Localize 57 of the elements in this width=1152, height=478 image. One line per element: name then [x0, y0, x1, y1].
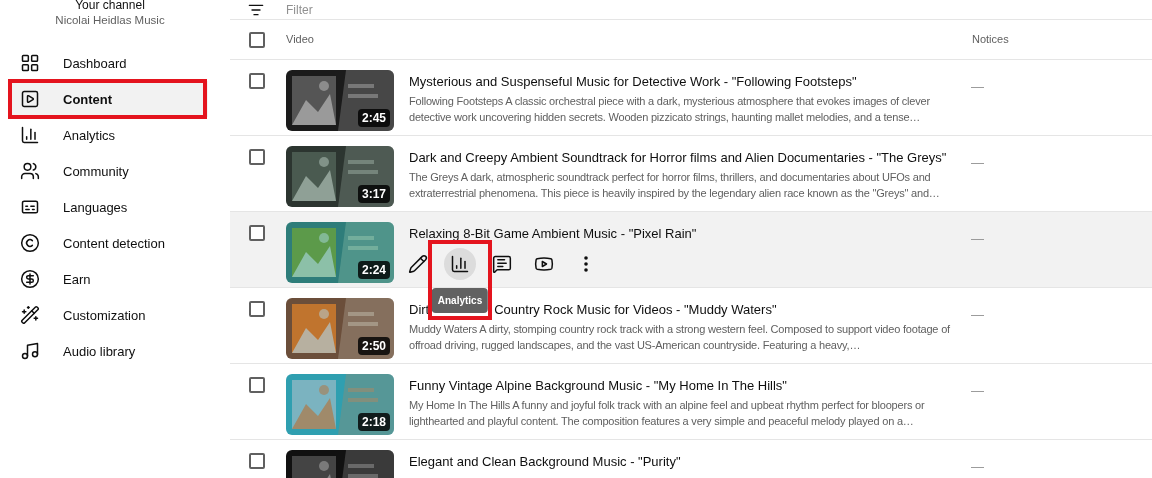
sidebar-item[interactable]: Earn	[12, 261, 208, 298]
filter-field[interactable]: Filter	[286, 1, 586, 18]
row-checkbox[interactable]	[249, 225, 265, 241]
pencil-icon	[408, 254, 428, 274]
sidebar-item[interactable]: Community	[12, 153, 208, 190]
video-title[interactable]: Country Rock Music for Videos - "Muddy Waters"	[494, 302, 777, 318]
sidebar-item[interactable]: Analytics	[12, 117, 208, 154]
row-checkbox[interactable]	[249, 301, 265, 317]
analytics-icon	[20, 125, 40, 146]
row-checkbox[interactable]	[249, 149, 265, 165]
sidebar-item[interactable]: Content detection	[12, 225, 208, 262]
customization-icon	[20, 305, 40, 326]
notices-cell: —	[971, 383, 984, 398]
row-checkbox[interactable]	[249, 453, 265, 469]
comments-icon	[492, 254, 512, 274]
play-icon	[534, 254, 554, 274]
row-checkbox[interactable]	[249, 377, 265, 393]
copyright-icon	[20, 233, 40, 254]
video-title[interactable]: Dark and Creepy Ambient Soundtrack for Horror films and Alien Documentaries - "The Greys"	[409, 150, 947, 166]
video-description: The Greys A dark, atmospheric soundtrack perfect for horror films, thrillers, and documentaries about UFOs and extraterrestrial phenomena. This piece is heavily inspired by the legendary alien race known as the "Greys" and…	[409, 170, 941, 201]
sidebar-item[interactable]: Languages	[12, 189, 208, 226]
duration-badge: 2:24	[357, 261, 390, 279]
video-description: My Home In The Hills A funny and joyful folk track with an alpine feel and upbeat rhythm perfect for bloopers or lighthearted and playful content. The composition features a very simple and peaceful melody played on a…	[409, 398, 926, 429]
community-icon	[20, 161, 40, 182]
notices-cell: —	[971, 231, 984, 246]
channel-name: Nicolai Heidlas Music	[55, 13, 165, 28]
content-icon	[20, 89, 40, 110]
video-description: Muddy Waters A dirty, stomping country rock track with a strong western feel. Composed to support video footage of offroad driving, rugged landscapes, and the vast US-American countryside. Featuring a heavy,…	[409, 322, 951, 353]
duration-badge: 2:18	[357, 413, 390, 431]
video-title[interactable]: Mysterious and Suspenseful Music for Detective Work - "Following Footsteps"	[409, 74, 857, 90]
channel-label: Your channel	[75, 0, 145, 10]
notices-cell: —	[971, 459, 984, 474]
analytics-icon	[450, 254, 470, 274]
audio-library-icon	[20, 341, 40, 362]
duration-badge: 2:50	[357, 337, 390, 355]
column-header: Notices	[972, 32, 1009, 48]
video-title[interactable]: Dirt	[409, 302, 430, 318]
earn-icon	[20, 269, 40, 290]
notices-cell: —	[971, 79, 984, 94]
duration-badge: 3:17	[357, 185, 390, 203]
sidebar-item[interactable]: Customization	[12, 297, 208, 334]
row-checkbox[interactable]	[249, 31, 265, 48]
video-title[interactable]: Relaxing 8-Bit Game Ambient Music - "Pixel Rain"	[409, 226, 697, 242]
video-description: Following Footsteps A classic orchestral piece with a dark, mysterious atmosphere that evokes images of clever detective work uncovering hidden secrets. Wooden pizzicato strings, haunting mallet melodies, and a tense…	[409, 94, 931, 125]
row-checkbox[interactable]	[249, 73, 265, 89]
dashboard-icon	[20, 53, 40, 74]
tooltip: Analytics	[431, 288, 489, 313]
analytics-button[interactable]	[444, 248, 476, 280]
video-title[interactable]: Elegant and Clean Background Music - "Purity"	[409, 454, 681, 470]
sidebar-item[interactable]: Audio library	[12, 333, 208, 370]
notices-cell: —	[971, 307, 984, 322]
notices-cell: —	[971, 155, 984, 170]
more-icon	[584, 256, 588, 272]
sidebar-item[interactable]: Dashboard	[12, 45, 208, 82]
column-header: Video	[286, 32, 315, 48]
duration-badge: 2:45	[357, 109, 390, 127]
video-title[interactable]: Funny Vintage Alpine Background Music - "My Home In The Hills"	[409, 378, 787, 394]
